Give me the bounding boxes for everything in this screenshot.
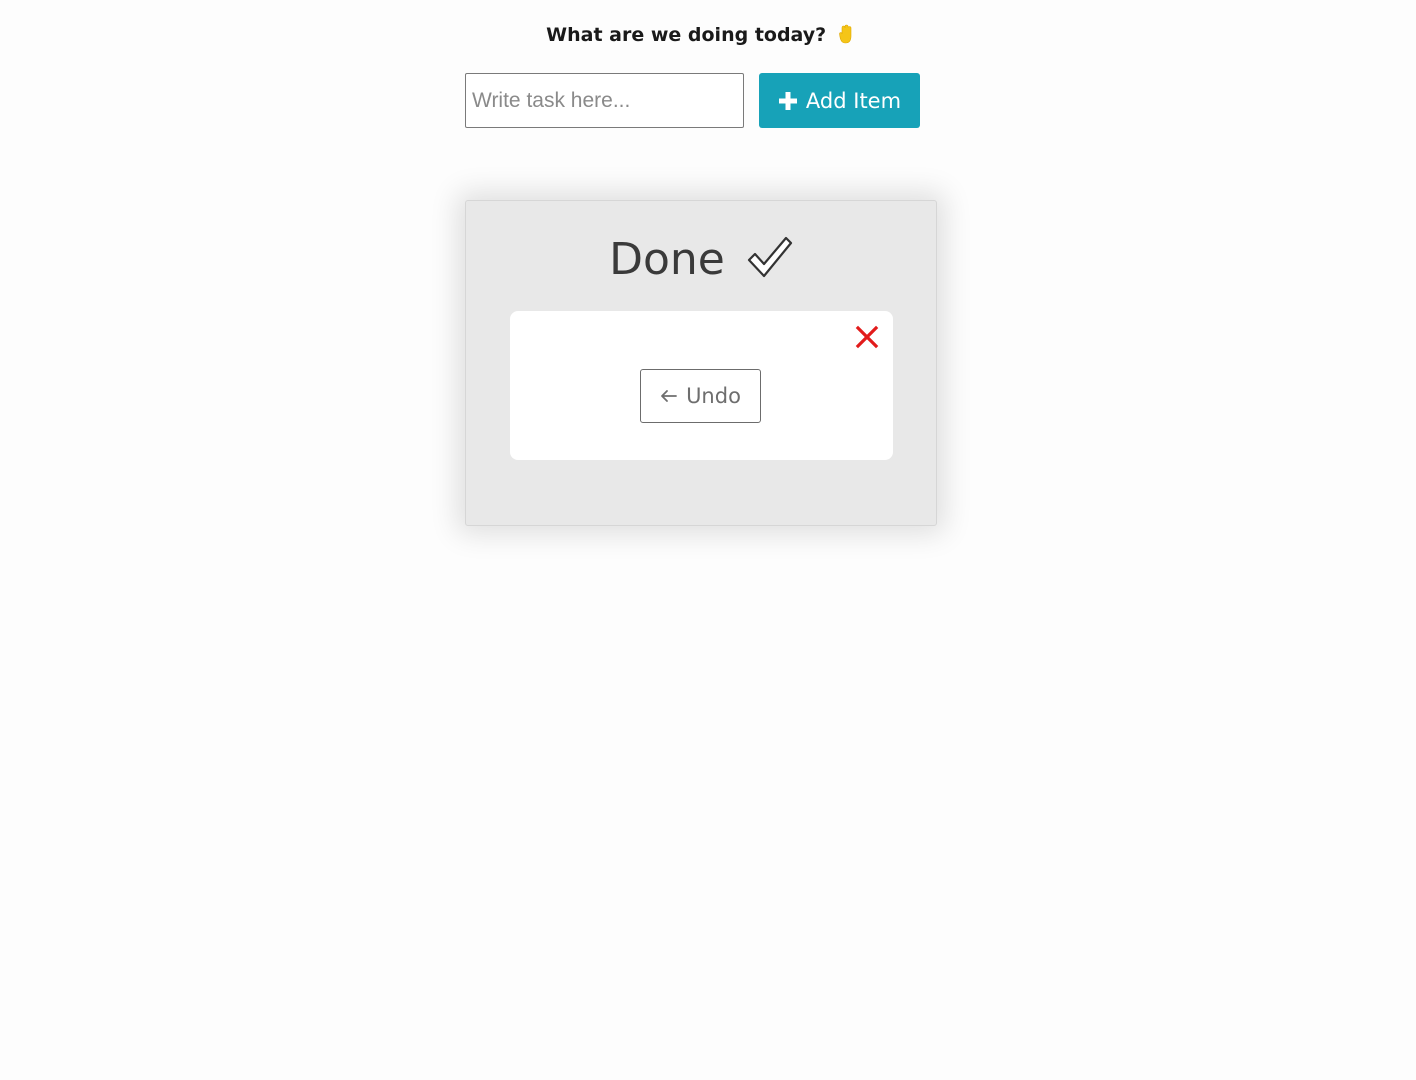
page-heading: What are we doing today?	[0, 22, 1398, 48]
add-item-label: Add Item	[805, 88, 902, 113]
done-panel: Done Undo	[465, 200, 937, 526]
check-mark-icon	[747, 236, 792, 278]
delete-item-button[interactable]	[853, 323, 881, 351]
page-title: What are we doing today?	[546, 24, 827, 46]
done-item-card: Undo	[510, 311, 893, 460]
undo-label: Undo	[686, 384, 741, 408]
done-title: Done	[609, 234, 725, 285]
plus-icon	[778, 91, 797, 110]
undo-button[interactable]: Undo	[640, 369, 761, 423]
task-input[interactable]	[465, 73, 744, 128]
arrow-left-icon	[661, 390, 677, 402]
todo-app: What are we doing today? Add Item Done	[0, 0, 1416, 1080]
raised-hand-icon	[839, 24, 852, 44]
done-heading: Done	[466, 231, 936, 289]
add-item-button[interactable]: Add Item	[759, 73, 920, 128]
close-icon	[855, 325, 879, 349]
